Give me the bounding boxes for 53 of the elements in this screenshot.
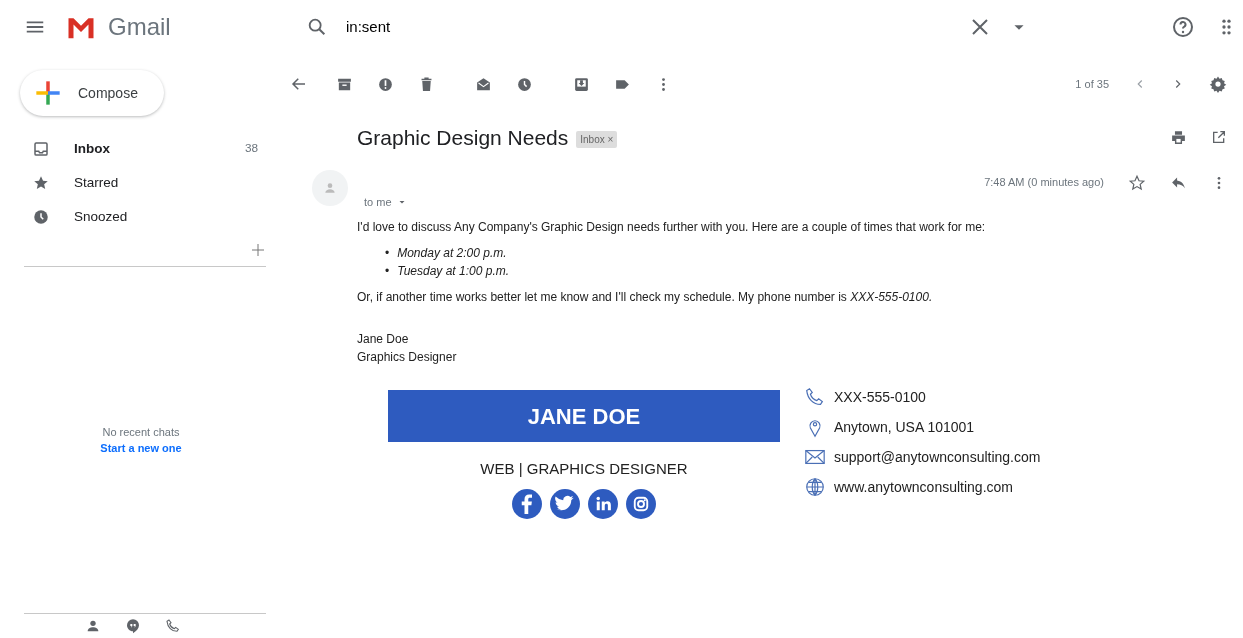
- phone-icon[interactable]: [165, 618, 181, 634]
- start-chat-link[interactable]: Start a new one: [100, 440, 182, 457]
- back-icon[interactable]: [290, 75, 308, 93]
- no-chats-text: No recent chats: [102, 424, 180, 440]
- contact-text: Anytown, USA 101001: [834, 417, 975, 437]
- star-icon: [32, 174, 50, 192]
- email-subject: Graphic Design Needs: [357, 125, 569, 151]
- search-icon[interactable]: [306, 16, 328, 38]
- facebook-icon[interactable]: [512, 488, 542, 519]
- bullet: •: [385, 245, 390, 262]
- person-icon[interactable]: [85, 618, 101, 634]
- job-title: WEB | GRAPHICS DESIGNER: [480, 459, 688, 479]
- sender-title: Graphics Designer: [357, 349, 457, 366]
- person-icon: [323, 180, 337, 195]
- nav-item[interactable]: Inbox 38: [0, 132, 290, 166]
- linkedin-icon[interactable]: [588, 488, 618, 519]
- unread-count: 38: [244, 140, 258, 158]
- compose-button[interactable]: Compose: [20, 70, 164, 116]
- inbox-icon: [32, 140, 50, 158]
- download-icon[interactable]: [573, 75, 590, 93]
- phone-icon: [804, 386, 826, 408]
- star-icon[interactable]: [1128, 173, 1146, 192]
- print-icon[interactable]: [1170, 129, 1187, 147]
- timestamp: 7:48 AM (0 minutes ago): [984, 175, 1104, 191]
- body-text: Or, if another time works better let me know and I'll check my schedule. My phone number is XXX-555-0100.: [357, 289, 934, 306]
- help-icon[interactable]: [1171, 15, 1195, 39]
- list-item: Monday at 2:00 p.m.: [397, 245, 507, 262]
- settings-icon[interactable]: [1209, 75, 1227, 93]
- bird-icon[interactable]: [550, 488, 580, 519]
- popout-icon[interactable]: [1211, 129, 1227, 146]
- body-text: I'd love to discuss Any Company's Graphic Design needs further with you. Here are a couple of times that work for me:: [357, 219, 987, 236]
- bullet: •: [385, 263, 390, 280]
- alert-icon[interactable]: [377, 75, 394, 93]
- name-banner: JANE DOE: [388, 390, 780, 442]
- contact-text: XXX-555-0100: [834, 387, 926, 407]
- page-counter: 1 of 35: [1075, 76, 1109, 92]
- clock-icon[interactable]: [516, 75, 533, 93]
- plus-icon: [34, 79, 62, 107]
- label-chip[interactable]: Inbox ×: [576, 131, 618, 149]
- to-recipient[interactable]: to me: [364, 193, 408, 210]
- nav-item[interactable]: Snoozed: [0, 200, 290, 234]
- globe-icon: [804, 476, 826, 498]
- sender-name: Jane Doe: [357, 331, 409, 348]
- list-item: Tuesday at 1:00 p.m.: [397, 263, 510, 280]
- camera-icon[interactable]: [626, 488, 656, 519]
- contact-link[interactable]: www.anytownconsulting.com: [834, 476, 1013, 498]
- clock-icon: [32, 208, 50, 226]
- chat-bubble-icon[interactable]: [125, 618, 141, 634]
- nav-item[interactable]: Starred: [0, 166, 290, 200]
- brand-name: Gmail: [108, 12, 171, 42]
- search-field[interactable]: in:sent: [344, 14, 904, 40]
- contact-link[interactable]: support@anytownconsulting.com: [834, 446, 1041, 468]
- envelope-icon[interactable]: [475, 75, 492, 93]
